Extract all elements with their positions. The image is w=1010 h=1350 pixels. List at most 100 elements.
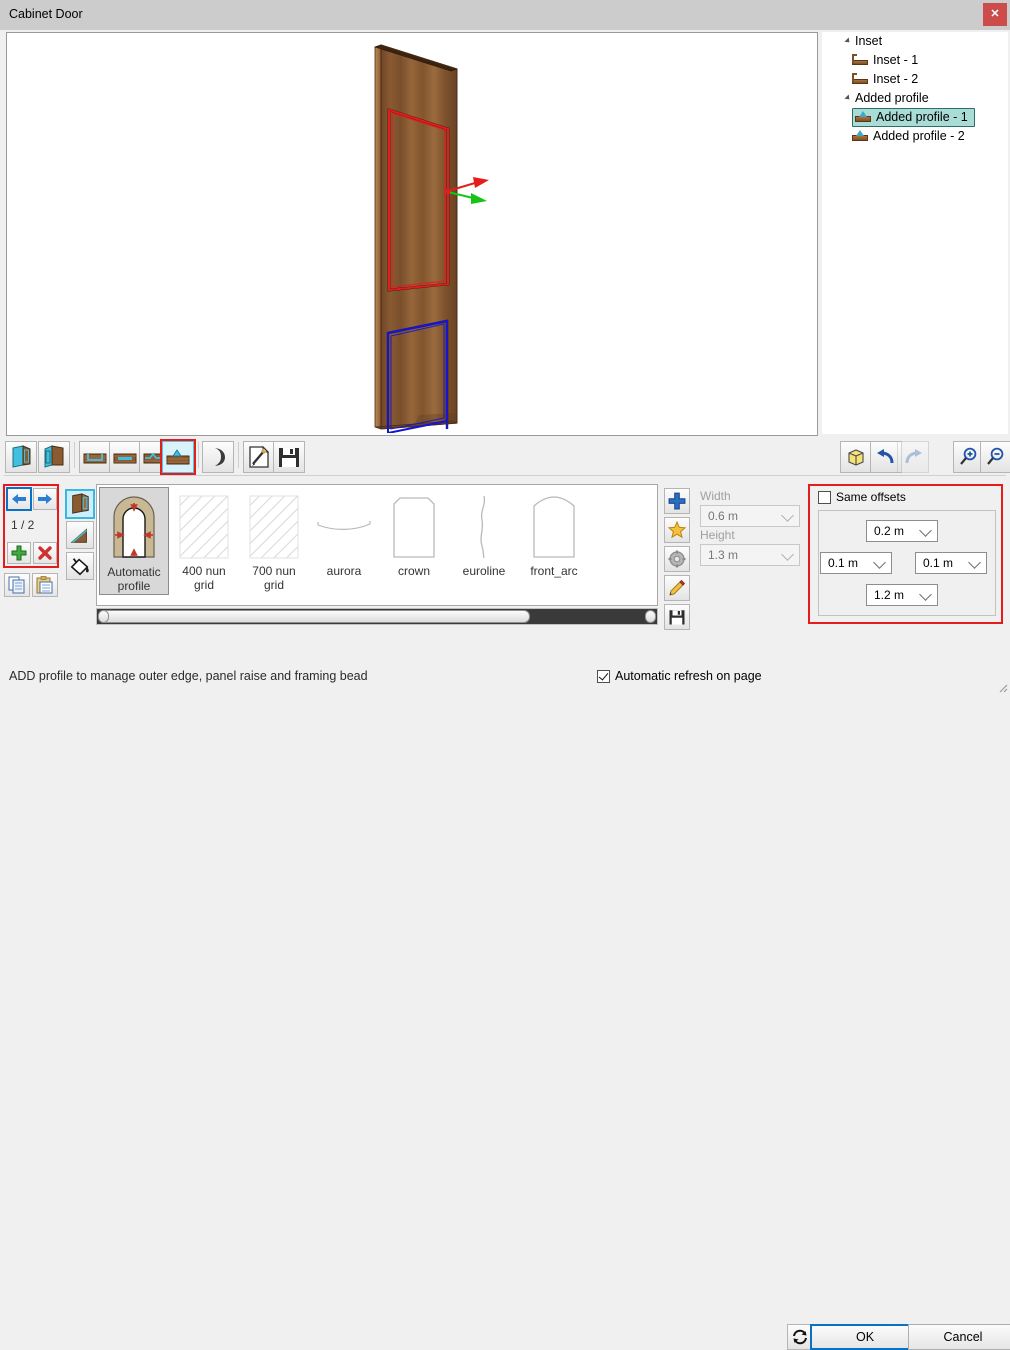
gallery-item-4[interactable]: crown [379, 487, 449, 595]
paste-button[interactable] [32, 573, 58, 597]
offset-left-input[interactable]: 0.1 m [820, 552, 892, 574]
tree-item-2[interactable]: Inset - 2 [822, 70, 1008, 89]
offset-bottom-value: 1.2 m [874, 588, 904, 602]
height-value: 1.3 m [708, 548, 738, 562]
added-profile-icon [852, 130, 868, 141]
chevron-down-icon [873, 556, 886, 569]
groove-profile-button[interactable] [79, 441, 111, 473]
chevron-down-icon [919, 588, 932, 601]
door-back-button[interactable] [38, 441, 70, 473]
tree-item-5[interactable]: Added profile - 2 [822, 127, 1008, 146]
scrollbar-thumb[interactable] [98, 610, 530, 623]
gallery-scrollbar[interactable] [96, 608, 658, 625]
aurora-curve-thumb [315, 492, 373, 562]
width-input[interactable]: 0.6 m [700, 505, 800, 527]
settings-action[interactable] [664, 546, 690, 572]
same-offsets-label: Same offsets [836, 490, 906, 504]
save-action[interactable] [664, 604, 690, 630]
tree-item-content: Inset - 1 [852, 53, 918, 67]
gallery-item-label: Automaticprofile [107, 565, 160, 593]
tree-item-label: Added profile - 2 [873, 129, 965, 143]
tree-item-3[interactable]: Added profile [822, 89, 1008, 108]
3d-box-button[interactable] [840, 441, 872, 473]
edit-document-button[interactable] [243, 441, 275, 473]
tree-item-1[interactable]: Inset - 1 [822, 51, 1008, 70]
offset-right-input[interactable]: 0.1 m [915, 552, 987, 574]
gallery-item-1[interactable]: 400 nungrid [169, 487, 239, 595]
offset-left-value: 0.1 m [828, 556, 858, 570]
page-navigator: 1 / 2 [3, 484, 59, 568]
chevron-down-icon [968, 556, 981, 569]
paint-bucket-icon[interactable] [66, 552, 94, 580]
scrollbar-right-cap[interactable] [645, 610, 656, 623]
handle-button[interactable] [202, 441, 234, 473]
gallery-item-label: 400 nungrid [182, 564, 225, 592]
delete-page-button[interactable] [33, 542, 57, 564]
gallery-item-2[interactable]: 700 nungrid [239, 487, 309, 595]
slot-profile-button[interactable] [109, 441, 141, 473]
status-bar: ADD profile to manage outer edge, panel … [0, 660, 1010, 694]
euroline-wave-thumb [455, 492, 513, 562]
auto-refresh-checkbox[interactable]: Automatic refresh on page [597, 669, 762, 683]
checkbox-icon [818, 491, 831, 504]
gallery-item-label: aurora [327, 564, 362, 578]
tree-item-0[interactable]: Inset [822, 32, 1008, 51]
chevron-down-icon [781, 548, 794, 561]
tree-item-4[interactable]: Added profile - 1 [822, 108, 1008, 127]
added-profile-button[interactable] [162, 441, 194, 473]
close-icon[interactable]: ✕ [983, 3, 1007, 26]
resize-grip-icon[interactable] [996, 681, 1008, 693]
offset-top-input[interactable]: 0.2 m [866, 520, 938, 542]
tree-item-content: Added profile - 1 [852, 108, 975, 127]
automatic-profile-thumb [105, 493, 163, 563]
ok-button[interactable]: OK [810, 1324, 920, 1350]
view-mode-solid[interactable] [66, 490, 94, 518]
tree-item-label: Inset - 1 [873, 53, 918, 67]
height-label: Height [700, 528, 735, 542]
crown-shape-thumb [385, 492, 443, 562]
profile-actions-column [664, 488, 690, 633]
tree-item-content: Added profile - 2 [852, 129, 965, 143]
front-arc-thumb [525, 492, 583, 562]
window-title: Cabinet Door [9, 7, 83, 21]
expander-icon[interactable] [844, 32, 855, 51]
view-mode-column [66, 490, 94, 583]
profile-tree-panel[interactable]: InsetInset - 1Inset - 2Added profileAdde… [822, 32, 1008, 434]
copy-button[interactable] [4, 573, 30, 597]
width-value: 0.6 m [708, 509, 738, 523]
gallery-item-3[interactable]: aurora [309, 487, 379, 595]
inset-profile-icon [852, 54, 868, 65]
add-profile-action[interactable] [664, 488, 690, 514]
scrollbar-left-cap[interactable] [98, 610, 109, 623]
gallery-item-0[interactable]: Automaticprofile [99, 487, 169, 595]
hatch-rect-thumb [175, 492, 233, 562]
gallery-item-label: 700 nungrid [252, 564, 295, 592]
favorite-action[interactable] [664, 517, 690, 543]
added-profile-icon [855, 111, 871, 122]
offsets-panel: Same offsets 0.2 m 0.1 m 0.1 m 1.2 m [808, 484, 1003, 624]
offsets-inner-frame: 0.2 m 0.1 m 0.1 m 1.2 m [818, 510, 996, 616]
prev-page-button[interactable] [7, 488, 31, 510]
tree-item-content: Inset - 2 [852, 72, 918, 86]
gallery-item-5[interactable]: euroline [449, 487, 519, 595]
same-offsets-checkbox[interactable]: Same offsets [818, 490, 906, 504]
profile-gallery[interactable]: Automaticprofile 400 nungrid 700 nungrid au… [96, 484, 658, 606]
expander-icon[interactable] [844, 89, 855, 108]
offset-bottom-input[interactable]: 1.2 m [866, 584, 938, 606]
edit-action[interactable] [664, 575, 690, 601]
redo-button[interactable] [897, 441, 929, 473]
main-toolbar [0, 438, 1010, 476]
add-page-button[interactable] [7, 542, 31, 564]
zoom-out-button[interactable] [980, 441, 1010, 473]
cancel-button[interactable]: Cancel [908, 1324, 1010, 1350]
status-hint: ADD profile to manage outer edge, panel … [9, 669, 368, 683]
chevron-down-icon [919, 524, 932, 537]
save-button[interactable] [273, 441, 305, 473]
next-page-button[interactable] [33, 488, 57, 510]
height-input[interactable]: 1.3 m [700, 544, 800, 566]
3d-viewport[interactable] [6, 32, 818, 436]
view-mode-section[interactable] [66, 521, 94, 549]
door-front-button[interactable] [5, 441, 37, 473]
gallery-item-6[interactable]: front_arc [519, 487, 589, 595]
page-indicator: 1 / 2 [11, 518, 34, 532]
